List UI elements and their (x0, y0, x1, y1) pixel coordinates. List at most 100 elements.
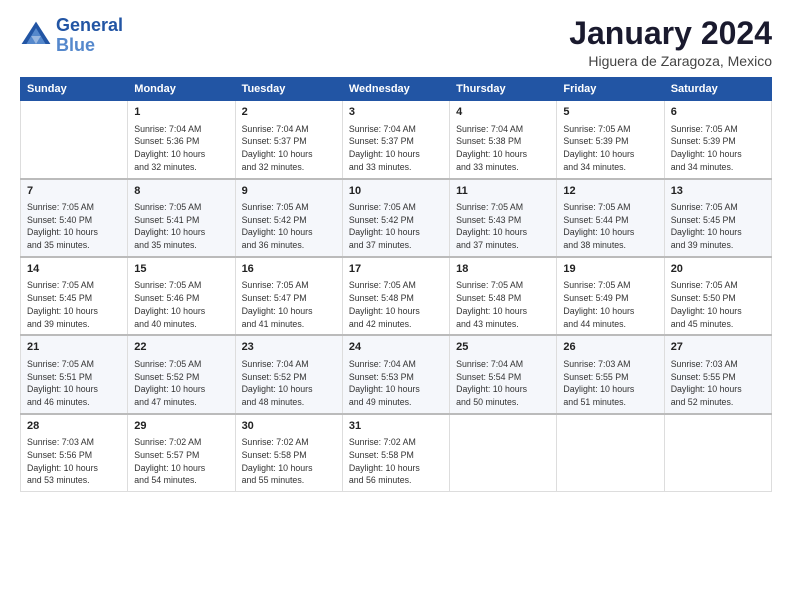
day-info: Sunrise: 7:05 AM Sunset: 5:46 PM Dayligh… (134, 279, 228, 330)
weekday-header-row: SundayMondayTuesdayWednesdayThursdayFrid… (21, 78, 772, 101)
calendar-cell: 15 Sunrise: 7:05 AM Sunset: 5:46 PM Dayli… (128, 257, 235, 335)
day-info: Sunrise: 7:04 AM Sunset: 5:52 PM Dayligh… (242, 358, 336, 409)
day-number: 7 (27, 184, 121, 199)
day-number: 1 (134, 105, 228, 120)
day-info: Sunrise: 7:05 AM Sunset: 5:49 PM Dayligh… (563, 279, 657, 330)
weekday-header-sunday: Sunday (21, 78, 128, 101)
day-info: Sunrise: 7:04 AM Sunset: 5:54 PM Dayligh… (456, 358, 550, 409)
calendar-cell: 8Sunrise: 7:05 AM Sunset: 5:41 PM Daylig… (128, 179, 235, 257)
day-info: Sunrise: 7:03 AM Sunset: 5:56 PM Dayligh… (27, 436, 121, 487)
logo-text: General Blue (56, 16, 123, 56)
calendar-week-row: 7 Sunrise: 7:05 AM Sunset: 5:40 PM Daylig… (21, 179, 772, 257)
calendar-cell: 1Sunrise: 7:04 AM Sunset: 5:36 PM Daylig… (128, 101, 235, 179)
day-info: Sunrise: 7:05 AM Sunset: 5:39 PM Dayligh… (563, 123, 657, 174)
day-number: 25 (456, 340, 550, 355)
calendar-cell: 28 Sunrise: 7:03 AM Sunset: 5:56 PM Dayli… (21, 414, 128, 492)
weekday-header-thursday: Thursday (450, 78, 557, 101)
calendar-table: SundayMondayTuesdayWednesdayThursdayFrid… (20, 77, 772, 492)
calendar-cell: 17Sunrise: 7:05 AM Sunset: 5:48 PM Dayli… (342, 257, 449, 335)
day-info: Sunrise: 7:02 AM Sunset: 5:57 PM Dayligh… (134, 436, 228, 487)
calendar-cell: 25 Sunrise: 7:04 AM Sunset: 5:54 PM Dayli… (450, 335, 557, 413)
day-info: Sunrise: 7:04 AM Sunset: 5:37 PM Dayligh… (242, 123, 336, 174)
day-info: Sunrise: 7:04 AM Sunset: 5:53 PM Dayligh… (349, 358, 443, 409)
weekday-header-monday: Monday (128, 78, 235, 101)
calendar-cell: 4Sunrise: 7:04 AM Sunset: 5:38 PM Daylig… (450, 101, 557, 179)
calendar-week-row: 28 Sunrise: 7:03 AM Sunset: 5:56 PM Dayli… (21, 414, 772, 492)
day-number: 29 (134, 419, 228, 434)
month-title: January 2024 (569, 16, 772, 51)
calendar-cell: 18Sunrise: 7:05 AM Sunset: 5:48 PM Dayli… (450, 257, 557, 335)
calendar-cell: 10 Sunrise: 7:05 AM Sunset: 5:42 PM Dayli… (342, 179, 449, 257)
day-number: 24 (349, 340, 443, 355)
day-info: Sunrise: 7:05 AM Sunset: 5:45 PM Dayligh… (27, 279, 121, 330)
calendar-cell: 5 Sunrise: 7:05 AM Sunset: 5:39 PM Daylig… (557, 101, 664, 179)
day-info: Sunrise: 7:05 AM Sunset: 5:45 PM Dayligh… (671, 201, 765, 252)
calendar-cell: 31Sunrise: 7:02 AM Sunset: 5:58 PM Dayli… (342, 414, 449, 492)
day-info: Sunrise: 7:04 AM Sunset: 5:37 PM Dayligh… (349, 123, 443, 174)
calendar-cell: 16Sunrise: 7:05 AM Sunset: 5:47 PM Dayli… (235, 257, 342, 335)
day-info: Sunrise: 7:02 AM Sunset: 5:58 PM Dayligh… (242, 436, 336, 487)
day-number: 27 (671, 340, 765, 355)
location: Higuera de Zaragoza, Mexico (569, 53, 772, 69)
day-info: Sunrise: 7:05 AM Sunset: 5:48 PM Dayligh… (456, 279, 550, 330)
weekday-header-friday: Friday (557, 78, 664, 101)
calendar-cell: 21 Sunrise: 7:05 AM Sunset: 5:51 PM Dayli… (21, 335, 128, 413)
logo-line1: General (56, 15, 123, 35)
calendar-cell: 2 Sunrise: 7:04 AM Sunset: 5:37 PM Daylig… (235, 101, 342, 179)
calendar-cell (664, 414, 771, 492)
day-number: 4 (456, 105, 550, 120)
day-number: 23 (242, 340, 336, 355)
day-number: 12 (563, 184, 657, 199)
calendar-cell: 22Sunrise: 7:05 AM Sunset: 5:52 PM Dayli… (128, 335, 235, 413)
day-number: 21 (27, 340, 121, 355)
calendar-cell: 11 Sunrise: 7:05 AM Sunset: 5:43 PM Dayli… (450, 179, 557, 257)
calendar-cell: 13Sunrise: 7:05 AM Sunset: 5:45 PM Dayli… (664, 179, 771, 257)
day-info: Sunrise: 7:05 AM Sunset: 5:48 PM Dayligh… (349, 279, 443, 330)
calendar-header: SundayMondayTuesdayWednesdayThursdayFrid… (21, 78, 772, 101)
logo-line2: Blue (56, 35, 95, 55)
calendar-cell: 27 Sunrise: 7:03 AM Sunset: 5:55 PM Dayli… (664, 335, 771, 413)
day-info: Sunrise: 7:05 AM Sunset: 5:42 PM Dayligh… (349, 201, 443, 252)
calendar-cell: 23 Sunrise: 7:04 AM Sunset: 5:52 PM Dayli… (235, 335, 342, 413)
day-info: Sunrise: 7:05 AM Sunset: 5:51 PM Dayligh… (27, 358, 121, 409)
calendar-cell: 20 Sunrise: 7:05 AM Sunset: 5:50 PM Dayli… (664, 257, 771, 335)
day-number: 16 (242, 262, 336, 277)
day-number: 9 (242, 184, 336, 199)
logo-icon (20, 20, 52, 52)
weekday-header-tuesday: Tuesday (235, 78, 342, 101)
day-info: Sunrise: 7:05 AM Sunset: 5:43 PM Dayligh… (456, 201, 550, 252)
calendar-cell: 12Sunrise: 7:05 AM Sunset: 5:44 PM Dayli… (557, 179, 664, 257)
calendar-cell: 24 Sunrise: 7:04 AM Sunset: 5:53 PM Dayli… (342, 335, 449, 413)
day-info: Sunrise: 7:03 AM Sunset: 5:55 PM Dayligh… (671, 358, 765, 409)
day-number: 26 (563, 340, 657, 355)
day-number: 20 (671, 262, 765, 277)
calendar-cell: 19Sunrise: 7:05 AM Sunset: 5:49 PM Dayli… (557, 257, 664, 335)
day-number: 15 (134, 262, 228, 277)
day-number: 2 (242, 105, 336, 120)
day-info: Sunrise: 7:05 AM Sunset: 5:40 PM Dayligh… (27, 201, 121, 252)
logo: General Blue (20, 16, 123, 56)
weekday-header-saturday: Saturday (664, 78, 771, 101)
title-block: January 2024 Higuera de Zaragoza, Mexico (569, 16, 772, 69)
day-info: Sunrise: 7:05 AM Sunset: 5:52 PM Dayligh… (134, 358, 228, 409)
header: General Blue January 2024 Higuera de Zar… (20, 16, 772, 69)
day-info: Sunrise: 7:05 AM Sunset: 5:41 PM Dayligh… (134, 201, 228, 252)
day-info: Sunrise: 7:05 AM Sunset: 5:50 PM Dayligh… (671, 279, 765, 330)
day-number: 28 (27, 419, 121, 434)
day-info: Sunrise: 7:05 AM Sunset: 5:39 PM Dayligh… (671, 123, 765, 174)
calendar-cell: 7 Sunrise: 7:05 AM Sunset: 5:40 PM Daylig… (21, 179, 128, 257)
calendar-cell: 9 Sunrise: 7:05 AM Sunset: 5:42 PM Daylig… (235, 179, 342, 257)
day-number: 30 (242, 419, 336, 434)
weekday-header-wednesday: Wednesday (342, 78, 449, 101)
day-number: 14 (27, 262, 121, 277)
day-number: 10 (349, 184, 443, 199)
day-number: 11 (456, 184, 550, 199)
calendar-cell (557, 414, 664, 492)
calendar-cell (450, 414, 557, 492)
day-info: Sunrise: 7:05 AM Sunset: 5:42 PM Dayligh… (242, 201, 336, 252)
calendar-cell (21, 101, 128, 179)
day-number: 6 (671, 105, 765, 120)
calendar-cell: 6 Sunrise: 7:05 AM Sunset: 5:39 PM Daylig… (664, 101, 771, 179)
calendar-body: 1Sunrise: 7:04 AM Sunset: 5:36 PM Daylig… (21, 101, 772, 492)
day-number: 5 (563, 105, 657, 120)
